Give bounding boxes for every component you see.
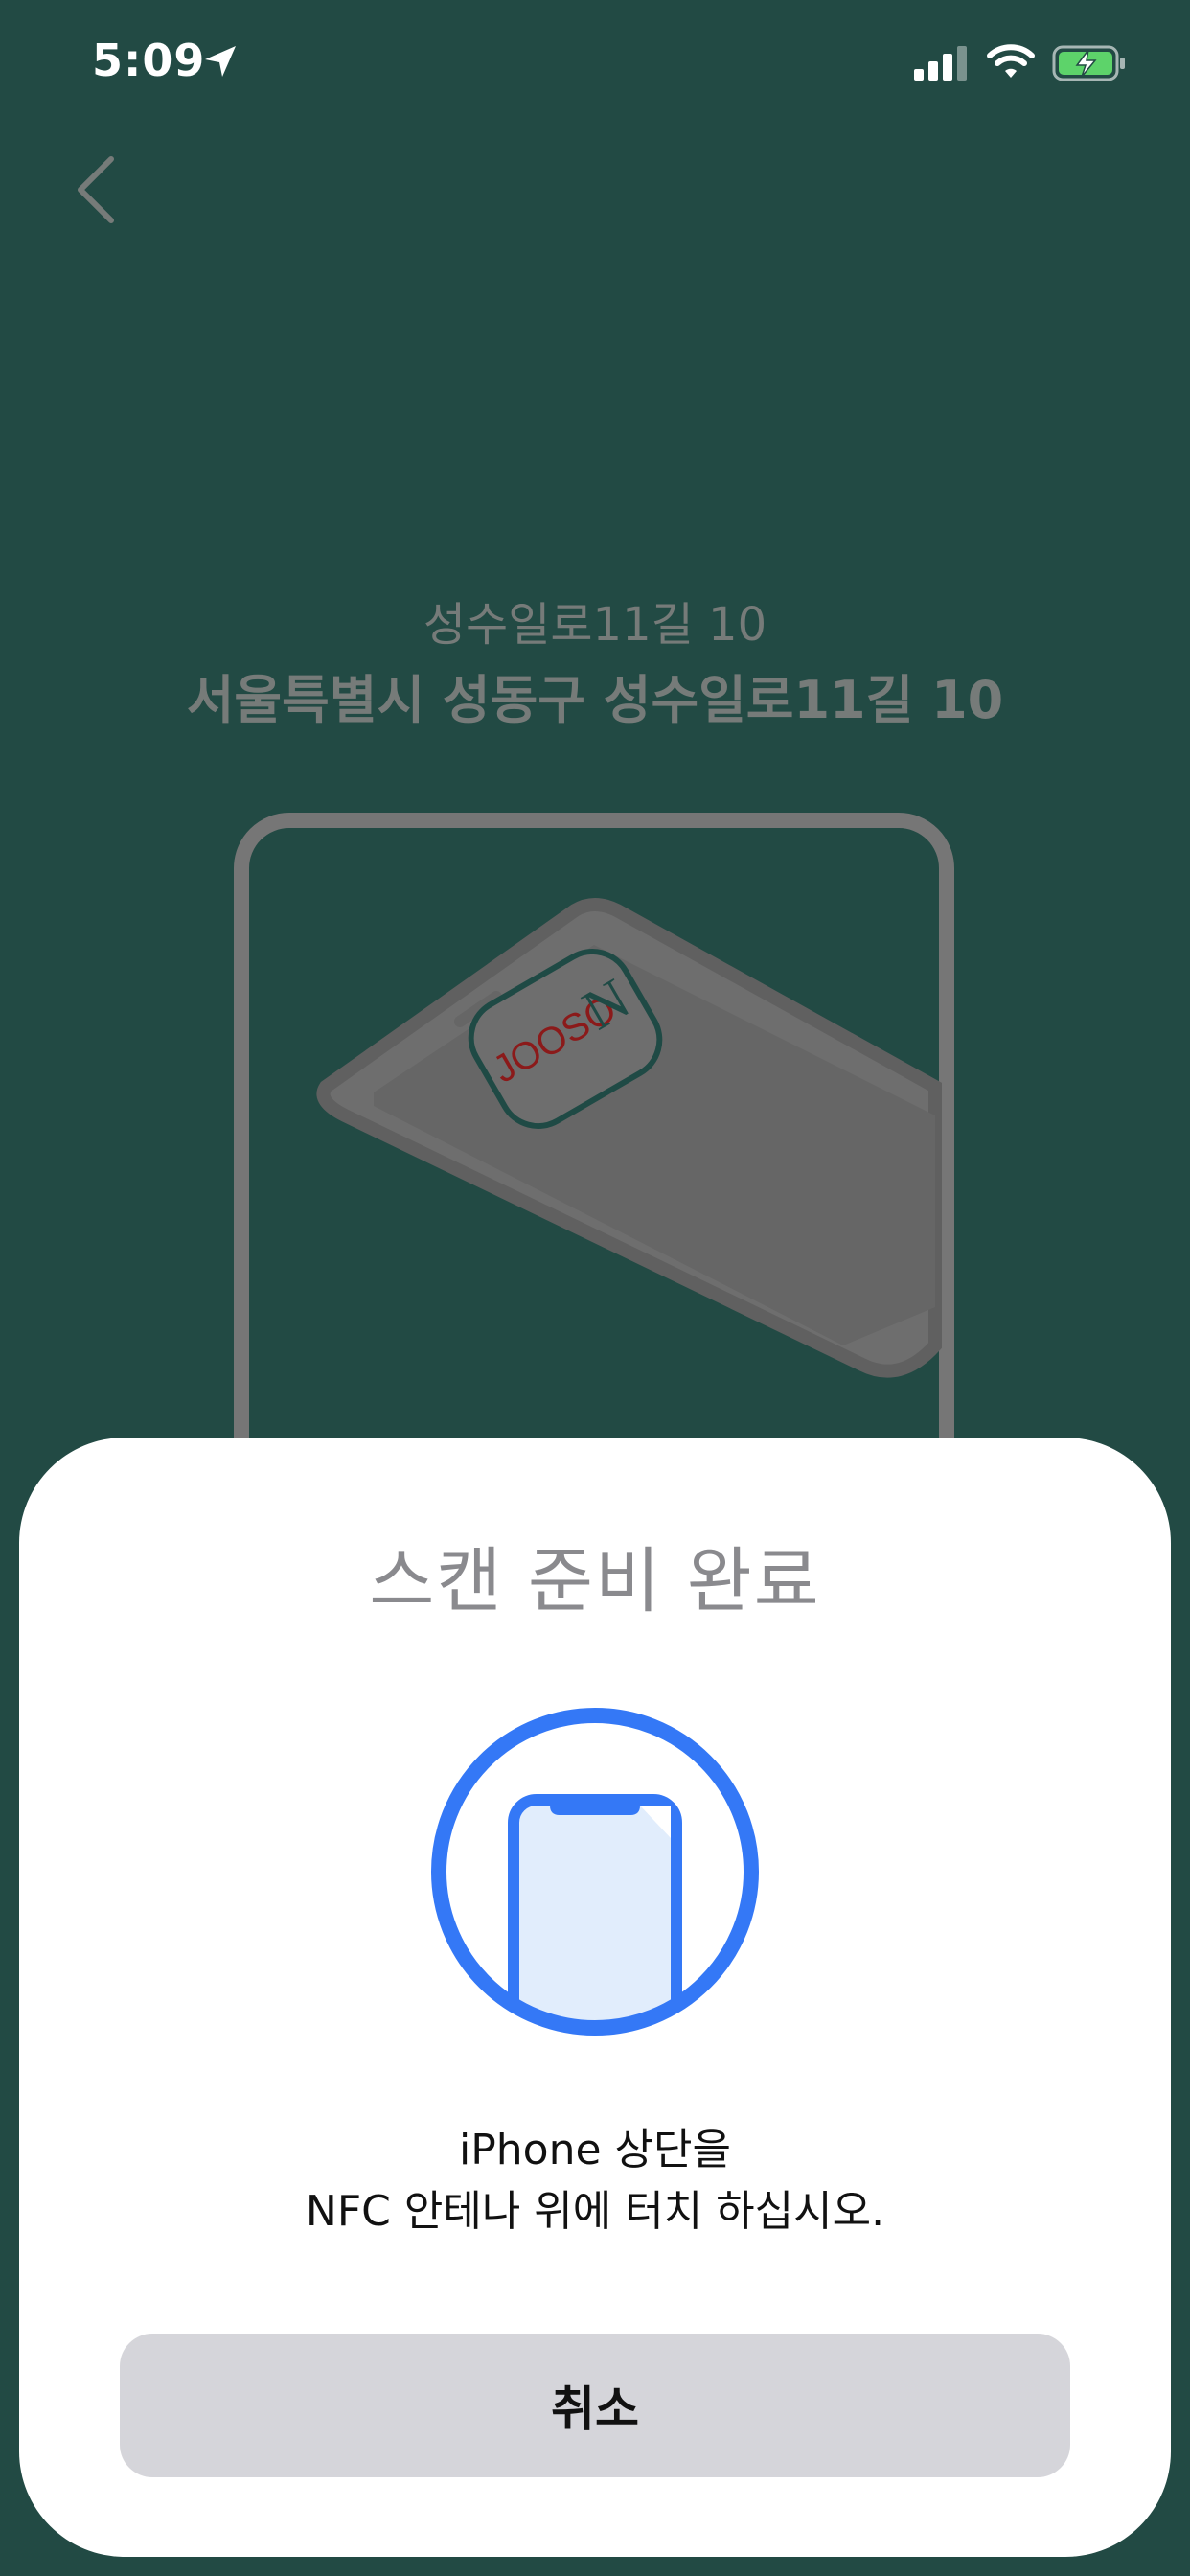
nfc-phone-icon: [431, 1708, 759, 2036]
sheet-title: 스캔 준비 완료: [369, 1540, 821, 1622]
instruction-line-2: NFC 안테나 위에 터치 하십시오.: [305, 2187, 885, 2236]
instruction-line-1: iPhone 상단을: [459, 2126, 731, 2174]
nfc-scan-sheet: 스캔 준비 완료 iPhone 상단을 NFC 안테나 위에 터치 하십시오. …: [19, 1438, 1171, 2557]
nfc-instruction: iPhone 상단을 NFC 안테나 위에 터치 하십시오.: [19, 2120, 1171, 2242]
cancel-button[interactable]: 취소: [120, 2334, 1070, 2477]
